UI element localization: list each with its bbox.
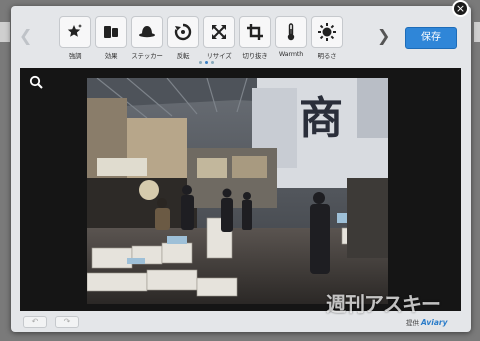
page-dot <box>198 61 202 64</box>
tool-orientation[interactable]: 反転 <box>165 16 201 60</box>
orientation-icon <box>167 16 199 48</box>
tool-warmth-label: Warmth <box>278 50 304 58</box>
editor-toolbar: ❮ 強調 効果 ステッカー 反転 リサイズ 切り抜き Warmth 明るさ ❯ … <box>11 6 471 68</box>
background-page-edge-right <box>474 22 480 42</box>
tool-enhance-label: 強調 <box>68 52 82 60</box>
background-page-edge <box>0 22 10 42</box>
tool-orientation-label: 反転 <box>176 52 190 60</box>
tool-effects-label: 効果 <box>104 52 118 60</box>
close-icon[interactable]: × <box>452 0 469 17</box>
page-dot <box>210 61 214 64</box>
resize-icon <box>203 16 235 48</box>
tool-stickers[interactable]: ステッカー <box>129 16 165 60</box>
tool-stickers-label: ステッカー <box>131 52 163 60</box>
stall-sign-text: 商 <box>299 93 343 144</box>
toolbar-next-arrow-icon[interactable]: ❯ <box>377 26 390 45</box>
photo-editor-dialog: ❮ 強調 効果 ステッカー 反転 リサイズ 切り抜き Warmth 明るさ ❯ … <box>11 6 471 332</box>
crop-icon <box>239 16 271 48</box>
toolbar-prev-arrow-icon[interactable]: ❮ <box>19 26 32 45</box>
toolbar-page-indicator <box>197 61 215 64</box>
tool-brightness[interactable]: 明るさ <box>309 16 345 60</box>
page-dot-active <box>204 61 208 64</box>
brightness-icon <box>311 16 343 48</box>
tool-resize-label: リサイズ <box>206 52 232 60</box>
undo-button[interactable]: ↶ <box>23 316 47 328</box>
market-photo: 商 <box>87 78 388 304</box>
tool-crop[interactable]: 切り抜き <box>237 16 273 60</box>
tool-brightness-label: 明るさ <box>317 52 337 60</box>
tool-resize[interactable]: リサイズ <box>201 16 237 60</box>
tool-enhance[interactable]: 強調 <box>57 16 93 60</box>
tool-crop-label: 切り抜き <box>242 52 268 60</box>
tool-effects[interactable]: 効果 <box>93 16 129 60</box>
sticker-hat-icon <box>131 16 163 48</box>
redo-button[interactable]: ↷ <box>55 316 79 328</box>
thermometer-icon <box>275 16 307 48</box>
effects-icon <box>95 16 127 48</box>
save-button[interactable]: 保存 <box>405 27 457 49</box>
publisher-watermark: 週刊アスキー <box>326 292 441 316</box>
tool-warmth[interactable]: Warmth <box>273 16 309 58</box>
editor-canvas: 商 <box>20 68 461 311</box>
zoom-icon[interactable] <box>29 75 43 89</box>
enhance-star-icon <box>59 16 91 48</box>
